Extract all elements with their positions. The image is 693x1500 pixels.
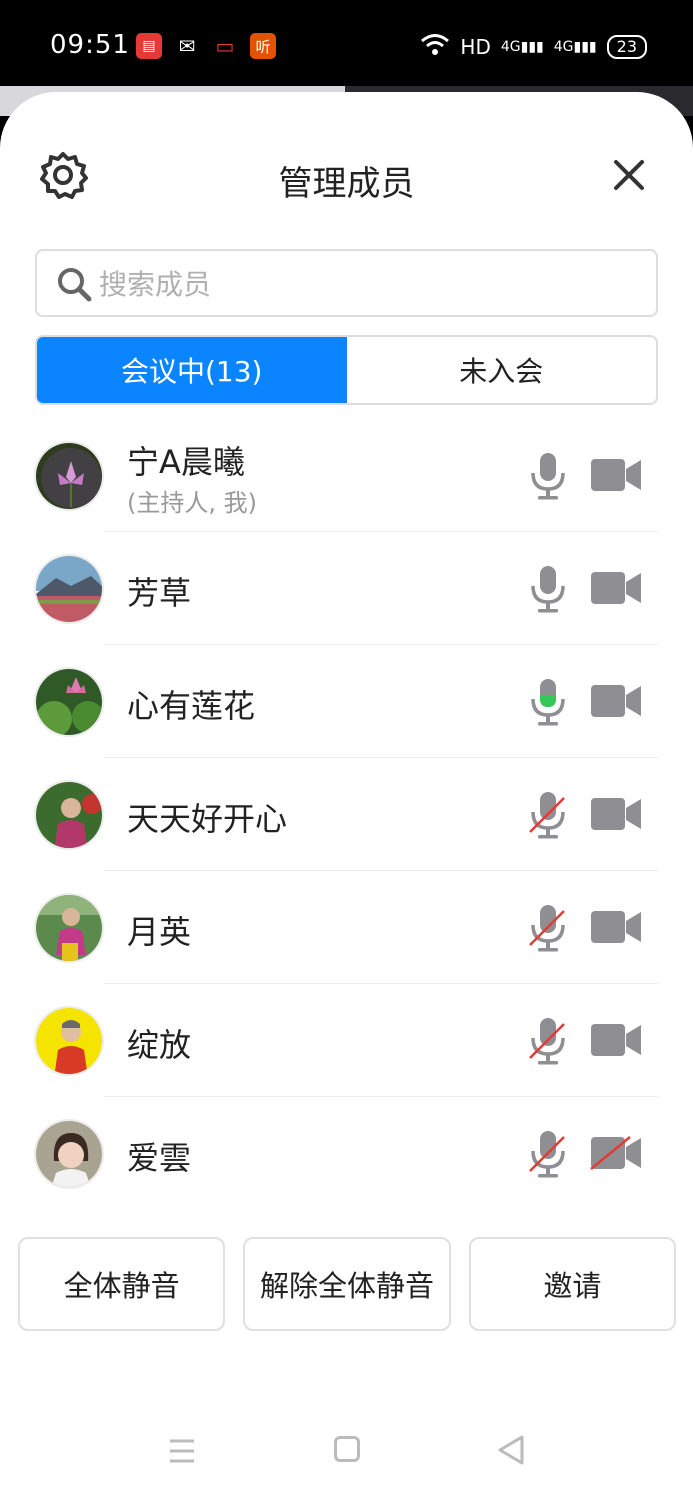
back-icon[interactable]: [496, 1434, 526, 1466]
invite-button[interactable]: 邀请: [468, 1237, 676, 1331]
system-nav-bar: [0, 1422, 693, 1500]
member-row[interactable]: 月英: [0, 871, 693, 984]
member-name: 爱雲: [127, 1139, 192, 1177]
avatar: [34, 554, 104, 624]
member-row[interactable]: 心有莲花: [0, 645, 693, 758]
status-time: 09:51: [50, 30, 130, 60]
microphone-muted-icon[interactable]: [528, 1016, 568, 1066]
member-row[interactable]: 天天好开心: [0, 758, 693, 871]
member-name: 宁A晨曦: [127, 443, 245, 481]
microphone-muted-icon[interactable]: [528, 903, 568, 953]
wifi-icon: [420, 32, 450, 61]
tab-in-meeting[interactable]: 会议中(13): [37, 337, 347, 403]
tab-not-joined[interactable]: 未入会: [347, 337, 657, 403]
search-box[interactable]: [35, 249, 658, 317]
avatar: [34, 780, 104, 850]
recent-apps-icon[interactable]: [168, 1438, 196, 1464]
member-name: 芳草: [127, 574, 192, 612]
home-icon[interactable]: [334, 1436, 360, 1462]
screen-record-icon: ▭: [215, 34, 235, 58]
microphone-speaking-icon[interactable]: [528, 677, 568, 727]
member-row[interactable]: 爱雲: [0, 1097, 693, 1210]
wechat-icon: ✉: [178, 34, 196, 58]
avatar: [34, 667, 104, 737]
avatar: [34, 1119, 104, 1189]
news-app-icon: ▤: [136, 33, 162, 59]
camera-icon[interactable]: [590, 457, 642, 493]
sheet-header: 管理成员: [0, 92, 693, 262]
microphone-icon[interactable]: [528, 564, 568, 614]
signal-icon-1: 4G▮▮▮: [500, 38, 544, 55]
camera-icon[interactable]: [590, 683, 642, 719]
avatar: [34, 1006, 104, 1076]
status-bar: 09:51 ▤ ✉ ▭ 听 HD 4G▮▮▮ 4G▮▮▮ 23: [0, 0, 693, 92]
camera-off-icon[interactable]: [590, 1135, 642, 1171]
status-app-icons: ▤ ✉ ▭ 听: [136, 33, 276, 59]
member-role: (主持人, 我): [127, 489, 257, 517]
manage-members-sheet: 管理成员 会议中(13) 未入会 宁A晨曦 (主持人, 我): [0, 92, 693, 1500]
member-name: 天天好开心: [127, 800, 288, 838]
unmute-all-button[interactable]: 解除全体静音: [243, 1237, 451, 1331]
member-row[interactable]: 绽放: [0, 984, 693, 1097]
member-name: 月英: [127, 913, 192, 951]
bottom-actions: 全体静音 解除全体静音 邀请: [18, 1237, 676, 1331]
avatar: [34, 441, 104, 511]
microphone-muted-icon[interactable]: [528, 790, 568, 840]
camera-icon[interactable]: [590, 909, 642, 945]
member-row[interactable]: 芳草: [0, 532, 693, 645]
close-icon[interactable]: [606, 152, 652, 198]
member-tabs: 会议中(13) 未入会: [35, 335, 658, 405]
mute-all-button[interactable]: 全体静音: [18, 1237, 226, 1331]
camera-icon[interactable]: [590, 1022, 642, 1058]
avatar: [34, 893, 104, 963]
signal-icon-2: 4G▮▮▮: [553, 38, 597, 55]
search-icon: [55, 265, 93, 303]
listen-app-icon: 听: [250, 33, 276, 59]
status-right: HD 4G▮▮▮ 4G▮▮▮ 23: [420, 32, 647, 61]
battery-icon: 23: [606, 34, 647, 59]
search-input[interactable]: [99, 261, 639, 307]
hd-label: HD: [460, 34, 491, 59]
microphone-icon[interactable]: [528, 451, 568, 501]
camera-icon[interactable]: [590, 570, 642, 606]
member-row[interactable]: 宁A晨曦 (主持人, 我): [0, 419, 693, 532]
member-list: 宁A晨曦 (主持人, 我) 芳草 心有莲花 天天好开心 月英 绽放 爱雲: [0, 419, 693, 1210]
member-name: 心有莲花: [127, 687, 256, 725]
camera-icon[interactable]: [590, 796, 642, 832]
microphone-muted-icon[interactable]: [528, 1129, 568, 1179]
page-title: 管理成员: [278, 164, 415, 204]
member-name: 绽放: [127, 1026, 192, 1064]
